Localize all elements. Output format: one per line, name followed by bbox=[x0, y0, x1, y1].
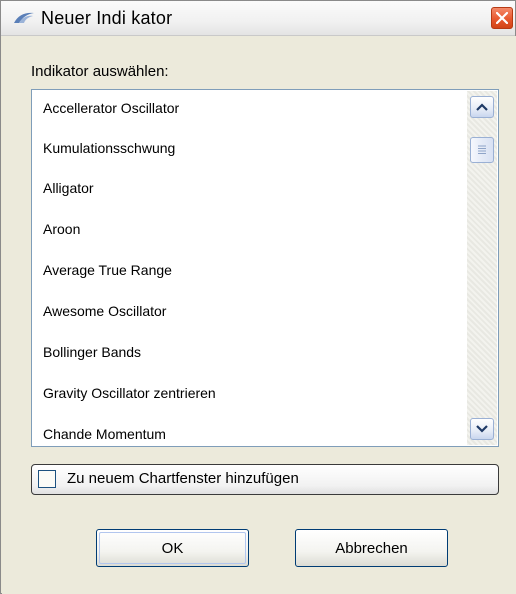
window-title: Neuer Indi kator bbox=[41, 8, 173, 28]
close-icon bbox=[496, 12, 508, 24]
chevron-down-icon bbox=[476, 425, 488, 433]
list-item[interactable]: Kumulationsschwung bbox=[43, 140, 175, 156]
cancel-button[interactable]: Abbrechen bbox=[295, 529, 448, 567]
ok-button[interactable]: OK bbox=[96, 529, 249, 567]
grip-icon bbox=[478, 145, 486, 154]
scroll-down-button[interactable] bbox=[470, 418, 494, 440]
chevron-up-icon bbox=[476, 103, 488, 111]
list-item[interactable]: Aroon bbox=[43, 221, 80, 237]
list-item[interactable]: Average True Range bbox=[43, 262, 172, 278]
list-item[interactable]: Chande Momentum bbox=[43, 426, 166, 442]
list-item[interactable]: Gravity Oscillator zentrieren bbox=[43, 385, 216, 401]
list-item[interactable]: Bollinger Bands bbox=[43, 344, 141, 360]
new-chart-window-label: Zu neuem Chartfenster hinzufügen bbox=[67, 470, 299, 487]
list-item[interactable]: Awesome Oscillator bbox=[43, 303, 166, 319]
indicator-listbox[interactable]: Accellerator Oscillator Kumulationsschwu… bbox=[31, 89, 499, 447]
dialog-window: Neuer Indi kator Indikator auswählen: Ac… bbox=[0, 0, 516, 594]
scroll-thumb[interactable] bbox=[470, 137, 494, 163]
new-chart-window-checkbox[interactable] bbox=[38, 470, 56, 488]
list-item[interactable]: Accellerator Oscillator bbox=[43, 100, 179, 116]
list-item[interactable]: Alligator bbox=[43, 180, 94, 196]
title-bar[interactable]: Neuer Indi kator bbox=[1, 1, 515, 36]
vertical-scrollbar[interactable] bbox=[467, 91, 497, 445]
new-chart-window-option[interactable]: Zu neuem Chartfenster hinzufügen bbox=[31, 464, 499, 495]
scroll-up-button[interactable] bbox=[470, 96, 494, 118]
indicator-select-label: Indikator auswählen: bbox=[31, 63, 169, 80]
app-logo-icon bbox=[14, 12, 34, 23]
close-button[interactable] bbox=[491, 7, 513, 29]
